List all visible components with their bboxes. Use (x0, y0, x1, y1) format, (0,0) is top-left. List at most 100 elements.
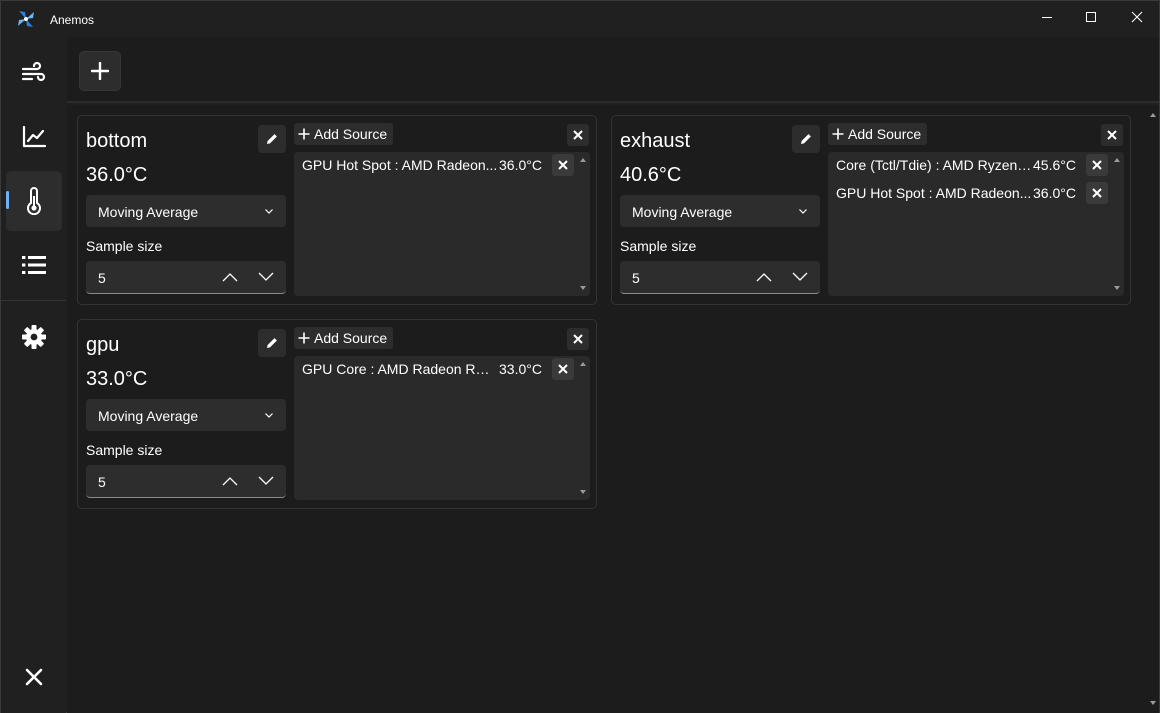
plus-icon (832, 128, 844, 140)
decrement-button[interactable] (254, 265, 278, 289)
chevron-down-icon (265, 413, 273, 418)
add-source-label: Add Source (314, 330, 388, 346)
chevron-down-icon (258, 272, 274, 281)
remove-sensor-button[interactable] (567, 124, 589, 146)
source-temperature: 33.0°C (499, 361, 542, 377)
close-icon (558, 364, 568, 374)
chevron-down-icon (265, 209, 273, 214)
plus-icon (298, 332, 310, 344)
aggregation-dropdown[interactable]: Moving Average (620, 195, 820, 227)
add-source-button[interactable]: Add Source (828, 123, 928, 145)
close-icon (1107, 130, 1117, 140)
sample-size-label: Sample size (86, 442, 163, 458)
source-temperature: 45.6°C (1033, 157, 1076, 173)
edit-sensor-button[interactable] (258, 329, 286, 357)
chevron-down-icon (799, 209, 807, 214)
chevron-up-icon (222, 477, 238, 486)
aggregation-value: Moving Average (98, 408, 199, 424)
add-source-button[interactable]: Add Source (294, 123, 394, 145)
remove-source-button[interactable] (1086, 182, 1108, 204)
chevron-up-icon (756, 273, 772, 282)
sample-size-stepper[interactable]: 5 (620, 261, 820, 294)
chart-line-icon (22, 125, 47, 148)
add-source-button[interactable]: Add Source (294, 327, 394, 349)
sensor-name: exhaust (620, 130, 691, 152)
maximize-icon (1086, 12, 1096, 22)
add-source-label: Add Source (314, 126, 388, 142)
source-name: GPU Hot Spot : AMD Radeon... (302, 157, 498, 173)
sidebar-item-curves[interactable] (6, 107, 62, 167)
pencil-icon (267, 134, 277, 144)
source-item: Core (Tctl/Tdie) : AMD Ryzen 7... 45.6°C (828, 152, 1110, 178)
sidebar-item-temperatures[interactable] (6, 171, 62, 231)
increment-button[interactable] (752, 265, 776, 289)
close-icon (558, 160, 568, 170)
source-list[interactable]: Core (Tctl/Tdie) : AMD Ryzen 7... 45.6°C… (828, 152, 1124, 296)
sample-size-value: 5 (632, 270, 640, 286)
edit-sensor-button[interactable] (258, 125, 286, 153)
list-icon (22, 256, 46, 274)
decrement-button[interactable] (788, 265, 812, 289)
chevron-down-icon (258, 476, 274, 485)
plus-icon (298, 128, 310, 140)
sample-size-label: Sample size (86, 238, 163, 254)
add-source-label: Add Source (848, 126, 922, 142)
source-item: GPU Hot Spot : AMD Radeon... 36.0°C (828, 180, 1110, 206)
list-scrollbar[interactable] (1112, 154, 1122, 294)
source-list[interactable]: GPU Core : AMD Radeon RX 6... 33.0°C (294, 356, 590, 500)
list-scrollbar[interactable] (578, 358, 588, 498)
maximize-button[interactable] (1068, 1, 1114, 33)
close-icon (25, 668, 43, 686)
source-name: GPU Hot Spot : AMD Radeon... (836, 185, 1032, 201)
sample-size-stepper[interactable]: 5 (86, 465, 286, 498)
title-bar[interactable]: Anemos (1, 1, 1159, 37)
sidebar-item-exit[interactable] (6, 647, 62, 707)
aggregation-value: Moving Average (98, 204, 199, 220)
sensor-card: exhaust 40.6°C Moving Average Sample siz… (611, 115, 1131, 305)
source-name: Core (Tctl/Tdie) : AMD Ryzen 7... (836, 157, 1032, 173)
sensor-name: gpu (86, 334, 120, 356)
remove-source-button[interactable] (552, 154, 574, 176)
thermometer-icon (27, 187, 41, 215)
aggregation-dropdown[interactable]: Moving Average (86, 195, 286, 227)
increment-button[interactable] (218, 469, 242, 493)
source-item: GPU Hot Spot : AMD Radeon... 36.0°C (294, 152, 576, 178)
sensor-temperature: 36.0°C (86, 164, 148, 186)
remove-source-button[interactable] (1086, 154, 1108, 176)
sensor-grid: bottom 36.0°C Moving Average Sample size… (67, 105, 1159, 713)
page-scrollbar[interactable] (1149, 109, 1157, 709)
sidebar-item-list[interactable] (6, 235, 62, 295)
sidebar-item-settings[interactable] (6, 307, 62, 367)
window-title: Anemos (50, 13, 95, 27)
close-icon (573, 334, 583, 344)
sample-size-label: Sample size (620, 238, 697, 254)
minimize-icon (1042, 17, 1052, 18)
increment-button[interactable] (218, 265, 242, 289)
app-window: Anemos bottom 36.0°C Moving Average Samp… (0, 0, 1160, 713)
sidebar (1, 37, 66, 713)
list-scrollbar[interactable] (578, 154, 588, 294)
source-item: GPU Core : AMD Radeon RX 6... 33.0°C (294, 356, 576, 382)
decrement-button[interactable] (254, 469, 278, 493)
add-sensor-button[interactable] (79, 51, 121, 91)
sensor-card: gpu 33.0°C Moving Average Sample size 5 (77, 319, 597, 509)
aggregation-dropdown[interactable]: Moving Average (86, 399, 286, 431)
remove-sensor-button[interactable] (567, 328, 589, 350)
gear-icon (22, 325, 46, 349)
edit-sensor-button[interactable] (792, 125, 820, 153)
sample-size-stepper[interactable]: 5 (86, 261, 286, 294)
sidebar-item-fans[interactable] (6, 43, 62, 103)
minimize-button[interactable] (1024, 1, 1070, 33)
source-name: GPU Core : AMD Radeon RX 6... (302, 361, 498, 377)
close-icon (1131, 11, 1143, 23)
remove-sensor-button[interactable] (1101, 124, 1123, 146)
source-temperature: 36.0°C (1033, 185, 1076, 201)
pencil-icon (267, 338, 277, 348)
close-window-button[interactable] (1114, 1, 1160, 33)
chevron-up-icon (222, 273, 238, 282)
close-icon (573, 130, 583, 140)
sensor-card: bottom 36.0°C Moving Average Sample size… (77, 115, 597, 305)
source-list[interactable]: GPU Hot Spot : AMD Radeon... 36.0°C (294, 152, 590, 296)
remove-source-button[interactable] (552, 358, 574, 380)
sensor-temperature: 33.0°C (86, 368, 148, 390)
